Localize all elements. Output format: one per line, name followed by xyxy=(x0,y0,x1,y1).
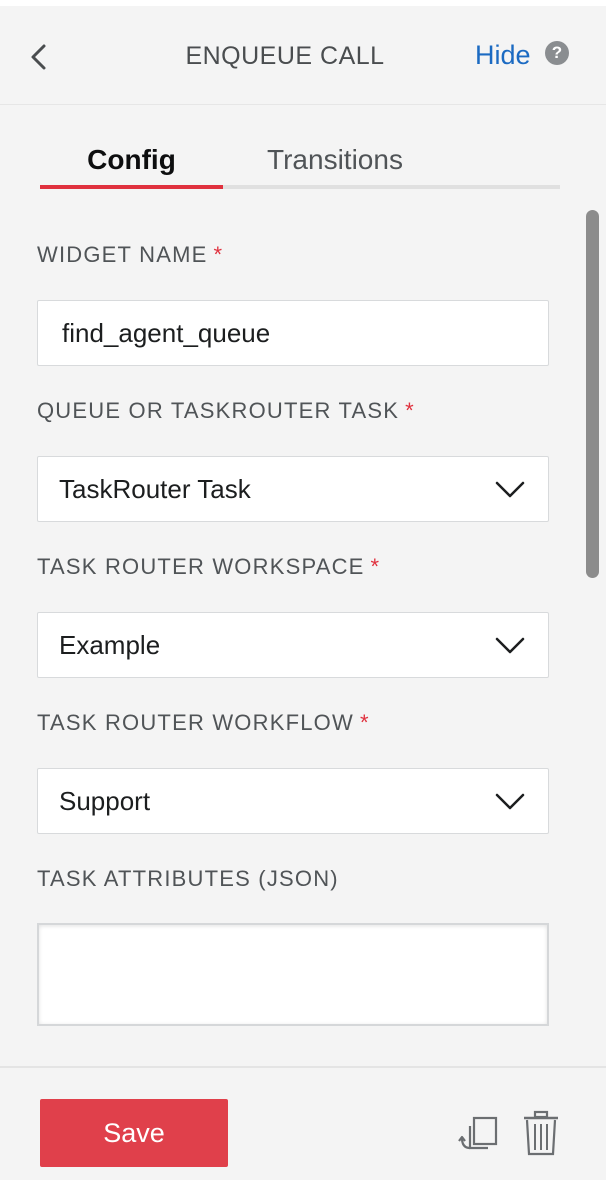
tab-config[interactable]: Config xyxy=(40,144,223,176)
workspace-selected: Example xyxy=(59,630,161,660)
widget-name-label-text: WIDGET NAME xyxy=(37,242,208,267)
workspace-label: TASK ROUTER WORKSPACE * xyxy=(37,554,380,580)
widget-name-value: find_agent_queue xyxy=(62,318,271,348)
chevron-down-icon xyxy=(495,793,525,810)
scrollbar-thumb[interactable] xyxy=(586,210,599,578)
duplicate-icon xyxy=(458,1116,498,1150)
task-attributes-label: TASK ATTRIBUTES (JSON) xyxy=(37,866,339,891)
panel-header: ENQUEUE CALL Hide ? xyxy=(0,6,606,105)
workspace-label-text: TASK ROUTER WORKSPACE xyxy=(37,554,365,579)
chevron-down-icon xyxy=(495,481,525,498)
queue-or-task-select[interactable]: TaskRouter Task xyxy=(37,456,549,522)
queue-or-task-selected: TaskRouter Task xyxy=(59,474,251,504)
task-attributes-textarea[interactable] xyxy=(37,923,549,1026)
delete-button[interactable] xyxy=(522,1110,560,1156)
workflow-label: TASK ROUTER WORKFLOW * xyxy=(37,710,370,736)
widget-name-input[interactable]: find_agent_queue xyxy=(37,300,549,366)
active-tab-indicator xyxy=(40,185,223,189)
widget-name-label: WIDGET NAME * xyxy=(37,242,223,268)
queue-or-task-label: QUEUE OR TASKROUTER TASK * xyxy=(37,398,415,424)
required-marker: * xyxy=(213,242,224,267)
tab-bar: Config Transitions xyxy=(40,130,560,192)
required-marker: * xyxy=(359,710,370,735)
required-marker: * xyxy=(405,398,415,423)
save-button[interactable]: Save xyxy=(40,1099,228,1167)
panel-footer: Save xyxy=(0,1066,606,1180)
chevron-down-icon xyxy=(495,637,525,654)
queue-or-task-label-text: QUEUE OR TASKROUTER TASK xyxy=(37,398,400,423)
workflow-selected: Support xyxy=(59,786,151,816)
trash-icon xyxy=(524,1110,558,1156)
hide-link[interactable]: Hide xyxy=(475,40,531,71)
workflow-label-text: TASK ROUTER WORKFLOW xyxy=(37,710,354,735)
workspace-select[interactable]: Example xyxy=(37,612,549,678)
duplicate-button[interactable] xyxy=(458,1112,502,1156)
tab-transitions[interactable]: Transitions xyxy=(230,144,440,176)
required-marker: * xyxy=(370,554,381,579)
help-icon[interactable]: ? xyxy=(545,41,569,65)
widget-config-panel: ENQUEUE CALL Hide ? Config Transitions W… xyxy=(0,0,606,1180)
workflow-select[interactable]: Support xyxy=(37,768,549,834)
